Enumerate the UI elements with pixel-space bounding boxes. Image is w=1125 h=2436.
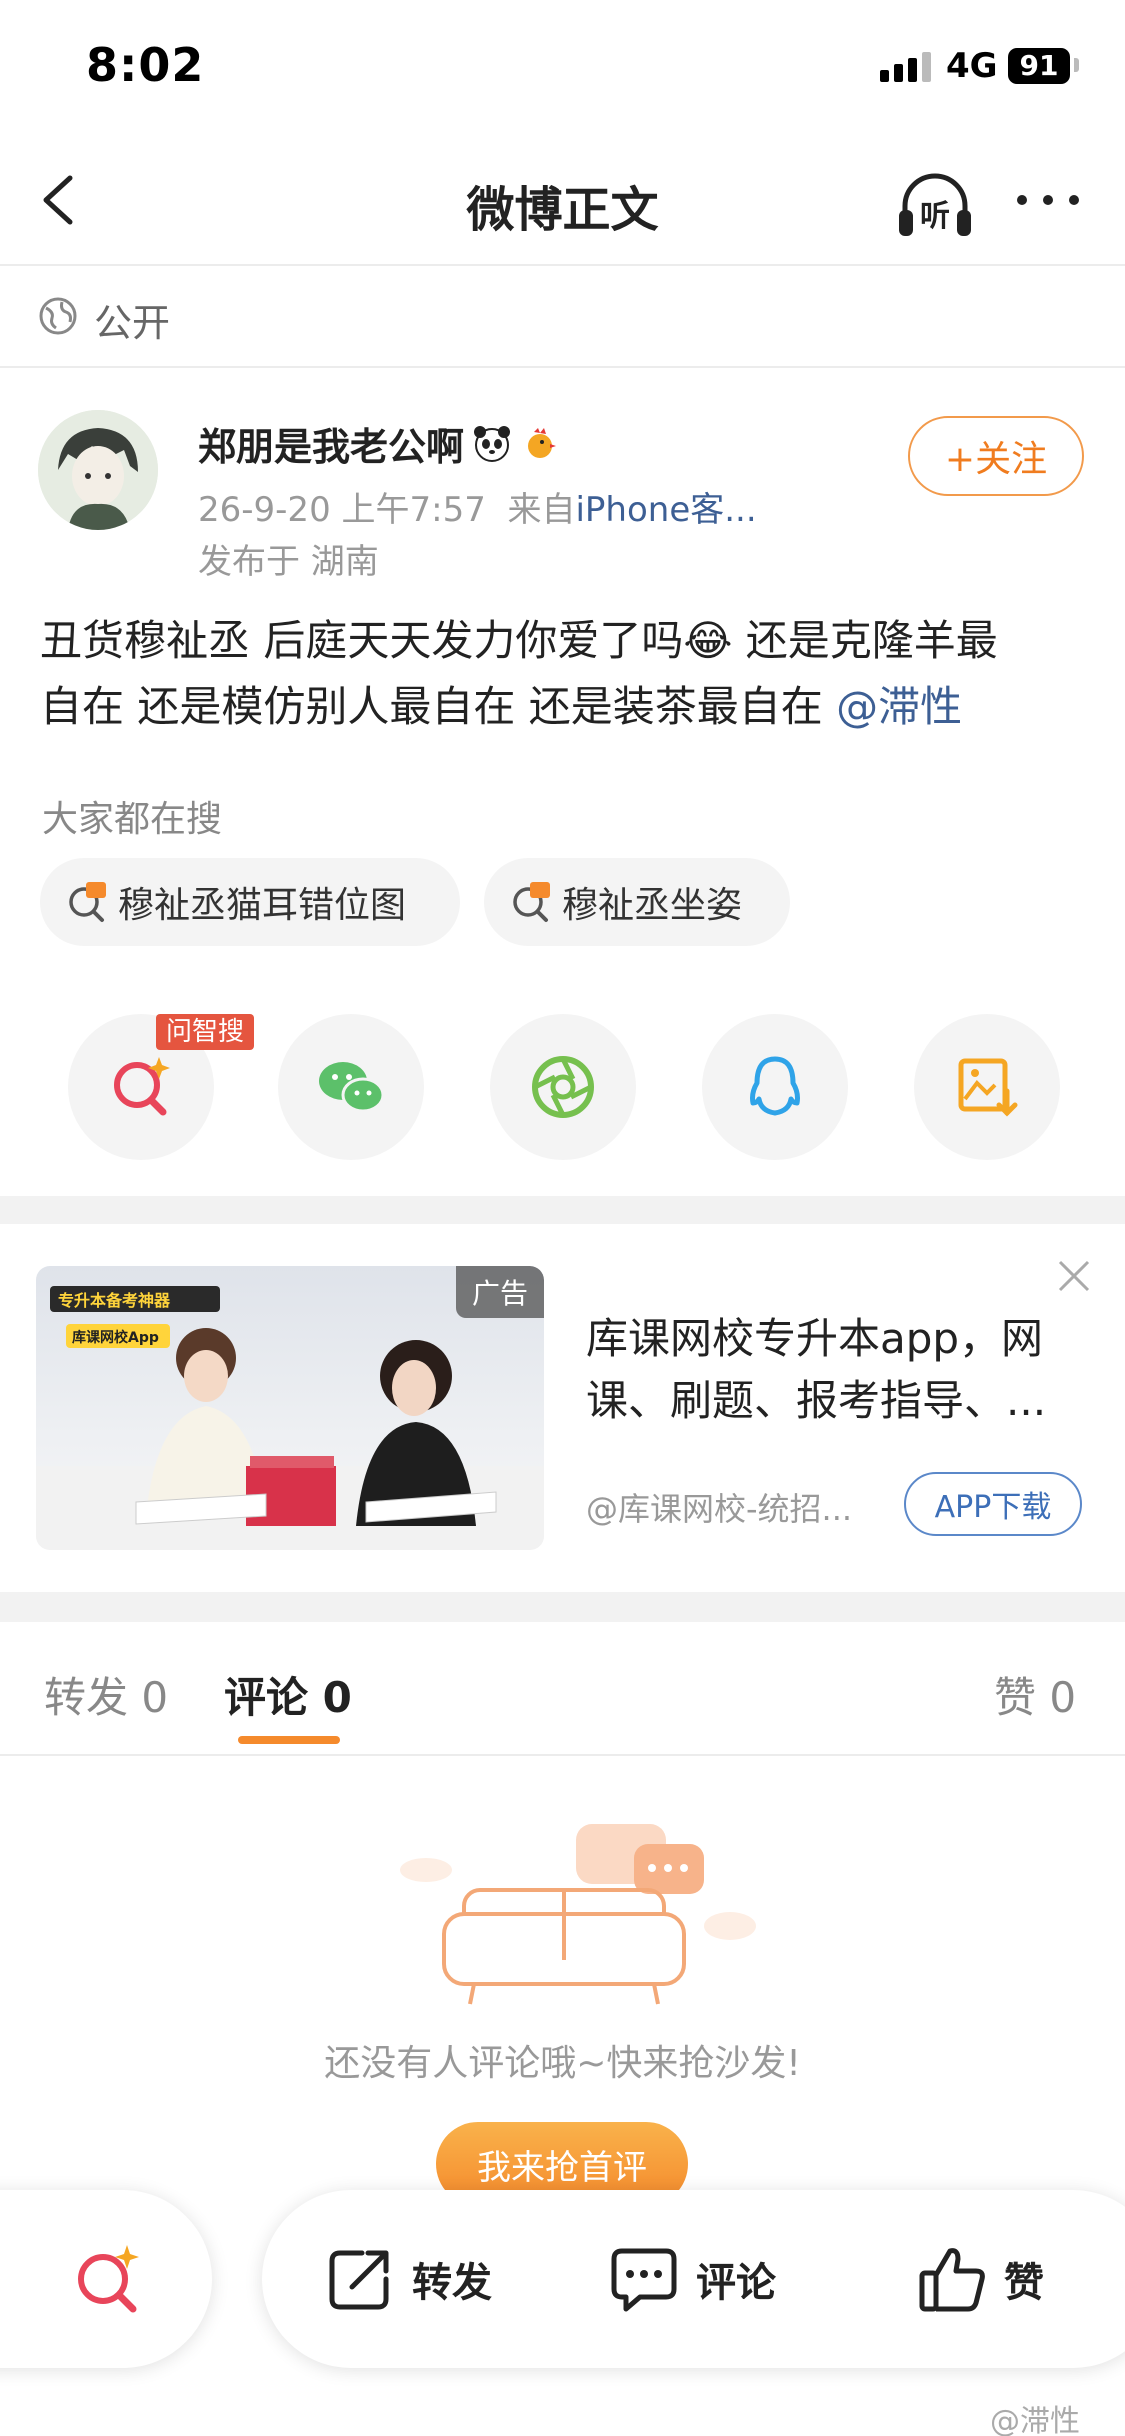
wechat-share-button[interactable]: [278, 1014, 424, 1160]
listen-label: 听: [920, 199, 950, 234]
search-chip[interactable]: 穆祉丞猫耳错位图: [40, 858, 460, 946]
comment-action[interactable]: 评论: [606, 2190, 776, 2368]
hot-search-icon: [69, 882, 106, 922]
ad-title[interactable]: 库课网校专升本app，网 课、刷题、报考指导、...: [586, 1308, 1086, 1432]
empty-sofa-illustration: [400, 1824, 756, 2005]
bottom-ai-search-button[interactable]: [0, 2190, 212, 2368]
like-action[interactable]: 赞: [914, 2190, 1044, 2368]
tab-repost[interactable]: 转发 0: [44, 1664, 168, 1725]
tab-comment[interactable]: 评论 0: [224, 1664, 352, 1725]
search-chip-label: 穆祉丞坐姿: [562, 885, 743, 926]
qq-penguin-icon: [750, 1056, 800, 1116]
source-prefix: 来自: [507, 490, 576, 530]
nav-bar: 微博正文 听: [0, 140, 1125, 266]
battery-icon: 91: [1008, 48, 1070, 84]
ad-image[interactable]: 专升本备考神器 库课网校App 广告: [36, 1266, 544, 1550]
search-chip-label: 穆祉丞猫耳错位图: [118, 885, 407, 926]
author-name-text: 郑朋是我老公啊: [198, 425, 465, 469]
follow-button[interactable]: +关注: [908, 416, 1084, 496]
like-label: 赞: [1004, 2260, 1044, 2306]
hot-search-icon: [513, 882, 550, 922]
author-name[interactable]: 郑朋是我老公啊: [198, 416, 560, 471]
status-time: 8:02: [86, 38, 205, 92]
repost-action[interactable]: 转发: [322, 2190, 492, 2368]
ad-title-line1: 库课网校专升本app，网: [586, 1314, 1044, 1363]
watermark: @滞性: [990, 2404, 1080, 2436]
visibility-label: 公开: [94, 301, 171, 345]
network-label: 4G: [946, 46, 998, 86]
ad-image-text-2: 库课网校App: [72, 1329, 159, 1346]
post-text-line2: 自在 还是模仿别人最自在 还是装茶最自在: [40, 682, 837, 731]
signal-icon: [880, 52, 931, 82]
avatar[interactable]: [38, 410, 158, 530]
save-image-icon: [958, 1058, 1018, 1117]
post-meta: 26-9-20 上午7:57 来自iPhone客...: [198, 482, 757, 531]
moments-aperture-icon: [532, 1056, 594, 1118]
rooster-emoji-icon: [528, 427, 557, 458]
tab-like[interactable]: 赞 0: [994, 1664, 1076, 1725]
post-location: 发布于 湖南: [198, 542, 379, 582]
interaction-tabs: 转发 0 评论 0 赞 0: [0, 1622, 1125, 1756]
save-image-button[interactable]: [914, 1014, 1060, 1160]
globe-icon: [39, 297, 77, 335]
ad-image-text-1: 专升本备考神器: [58, 1291, 171, 1310]
repost-icon: [329, 2250, 389, 2310]
more-icon[interactable]: [1012, 180, 1084, 220]
visibility-row: 公开: [0, 266, 1125, 368]
ad-title-line2: 课、刷题、报考指导、...: [586, 1376, 1047, 1425]
section-divider: [0, 1592, 1125, 1622]
moments-share-button[interactable]: [490, 1014, 636, 1160]
close-icon[interactable]: [1056, 1258, 1092, 1294]
post-text-line1: 丑货穆祉丞 后庭天天发力你爱了吗😂 还是克隆羊最: [40, 616, 998, 665]
tab-underline: [238, 1736, 340, 1744]
ad-source[interactable]: @库课网校-统招...: [586, 1484, 896, 1530]
search-chip[interactable]: 穆祉丞坐姿: [484, 858, 790, 946]
app-download-button[interactable]: APP下载: [904, 1472, 1082, 1536]
trending-search-title: 大家都在搜: [42, 799, 223, 840]
post-time: 26-9-20 上午7:57: [198, 490, 486, 530]
avatar-illustration: [38, 410, 158, 530]
status-bar: 8:02 4G 91: [0, 0, 1125, 140]
weibo-post-page: 8:02 4G 91 微博正文 听 公开 郑朋是我老公啊 26-9-20 上午7…: [0, 0, 1125, 2436]
post-content: 丑货穆祉丞 后庭天天发力你爱了吗😂 还是克隆羊最 自在 还是模仿别人最自在 还是…: [40, 608, 1085, 740]
comment-icon: [611, 2248, 677, 2312]
section-divider: [0, 1196, 1125, 1224]
post-source[interactable]: iPhone客...: [575, 490, 756, 530]
thumbs-up-icon: [919, 2248, 985, 2312]
repost-label: 转发: [412, 2260, 492, 2306]
ai-search-icon: [78, 2245, 139, 2313]
panda-emoji-icon: [474, 425, 511, 462]
comment-label: 评论: [696, 2260, 776, 2306]
mention-link[interactable]: @滞性: [836, 682, 962, 731]
ai-search-badge: 问智搜: [156, 1014, 255, 1050]
qq-share-button[interactable]: [702, 1014, 848, 1160]
bottom-action-bar: 转发 评论 赞: [262, 2190, 1125, 2368]
ai-search-icon: [114, 1057, 170, 1116]
wechat-icon: [319, 1062, 385, 1113]
listen-headphone-icon[interactable]: 听: [893, 164, 977, 248]
battery-tip: [1074, 58, 1079, 72]
ad-tag: 广告: [455, 1266, 544, 1318]
empty-comment-text: 还没有人评论哦~快来抢沙发!: [324, 2043, 801, 2084]
